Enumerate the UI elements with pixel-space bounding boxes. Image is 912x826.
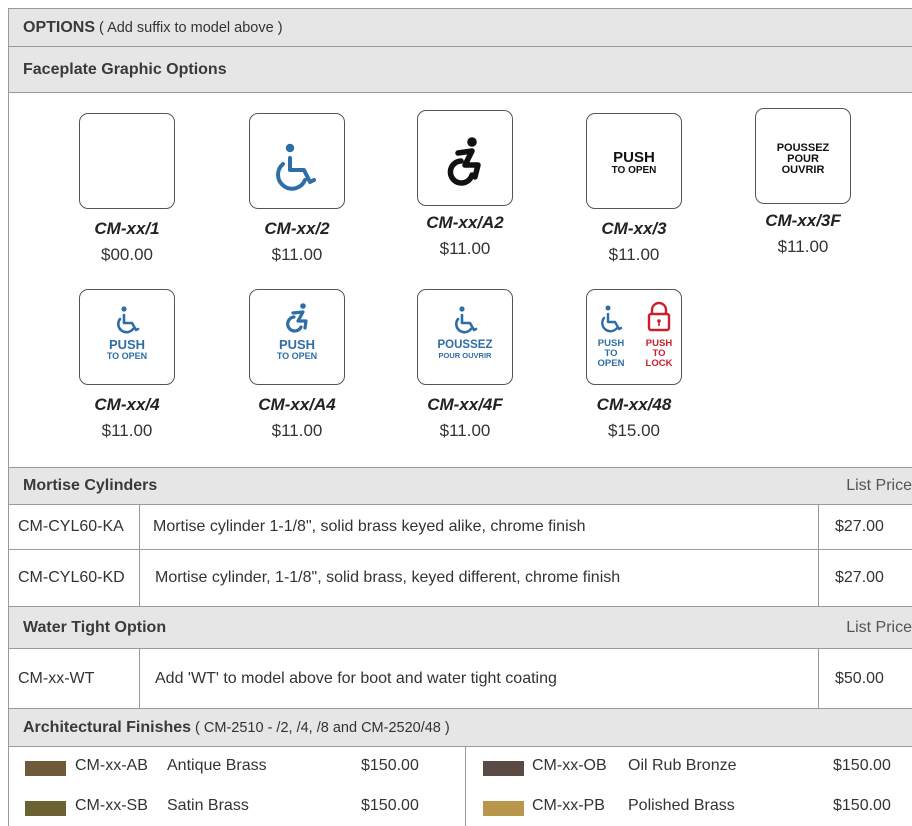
faceplate-price: $11.00 <box>271 245 323 264</box>
faceplate-price: $11.00 <box>439 239 491 258</box>
faceplate-code: CM-xx/48 <box>596 395 672 414</box>
finish-code: CM-xx-AB <box>75 757 148 774</box>
table-row: CM-CYL60-KD Mortise cylinder, 1-1/8", so… <box>9 550 912 607</box>
description: Mortise cylinder, 1-1/8", solid brass, k… <box>155 569 621 586</box>
faceplate-grid: CM-xx/1 $00.00 CM-xx/2 $11.00 CM-xx/A2 $… <box>9 93 912 468</box>
water-tight-header: Water Tight Option List Price <box>9 607 912 649</box>
wheelchair-icon <box>455 306 478 334</box>
faceplate-code: CM-xx/A4 <box>258 395 336 414</box>
tile-text-to-open: TO OPEN <box>106 351 148 361</box>
tile-text-push: PUSH <box>278 337 316 352</box>
wheelchair-icon <box>601 305 623 333</box>
mortise-header: Mortise Cylinders List Price <box>9 468 912 505</box>
tile-text-to-open: TO OPEN <box>276 351 318 361</box>
finish-name: Satin Brass <box>167 797 249 814</box>
finish-swatch <box>25 801 66 816</box>
faceplate-active-wheelchair-push-tile: PUSH TO OPEN <box>249 289 345 385</box>
faceplate-code: CM-xx/2 <box>264 219 330 238</box>
price: $50.00 <box>835 669 884 687</box>
finishes-header: Architectural Finishes ( CM-2510 - /2, /… <box>9 709 912 747</box>
faceplate-code: CM-xx/3 <box>601 219 667 238</box>
faceplate-wheelchair-poussez-tile: POUSSEZ POUR OUVRIR <box>417 289 513 385</box>
faceplate-price: $11.00 <box>101 421 153 440</box>
faceplate-price: $15.00 <box>608 421 660 440</box>
divider <box>818 649 819 708</box>
description: Add 'WT' to model above for boot and wat… <box>155 669 557 687</box>
faceplate-push-tile: PUSH TO OPEN <box>586 113 682 209</box>
finish-price: $150.00 <box>361 757 419 774</box>
faceplate-blank-tile <box>79 113 175 209</box>
faceplate-price: $00.00 <box>101 245 153 264</box>
finish-swatch <box>483 761 524 776</box>
wheelchair-icon <box>276 143 316 191</box>
options-title: OPTIONS <box>23 18 96 36</box>
finish-swatch <box>483 801 524 816</box>
finish-price: $150.00 <box>833 797 891 814</box>
finish-code: CM-xx-PB <box>532 797 605 814</box>
price: $27.00 <box>835 569 884 586</box>
faceplate-wheelchair-tile <box>249 113 345 209</box>
lock-icon <box>647 301 671 332</box>
price: $27.00 <box>835 518 884 535</box>
sku: CM-xx-WT <box>18 669 95 687</box>
tile-text-push: PUSH <box>108 337 146 352</box>
finish-name: Oil Rub Bronze <box>628 757 737 774</box>
label-line: LOCK <box>645 358 673 369</box>
finish-swatch <box>25 761 66 776</box>
options-sheet: OPTIONS ( Add suffix to model above ) Fa… <box>8 8 912 826</box>
finish-name: Polished Brass <box>628 797 735 814</box>
finish-code: CM-xx-SB <box>75 797 148 814</box>
push-to-lock-label: PUSH TO LOCK <box>635 339 683 369</box>
sku: CM-CYL60-KD <box>18 569 125 586</box>
faceplate-code: CM-xx/3F <box>765 211 841 230</box>
table-row: CM-CYL60-KA Mortise cylinder 1-1/8", sol… <box>9 505 912 550</box>
options-header: OPTIONS ( Add suffix to model above ) <box>9 9 912 47</box>
faceplate-price: $11.00 <box>777 237 829 256</box>
faceplate-code: CM-xx/1 <box>94 219 160 238</box>
options-subtitle: ( Add suffix to model above ) <box>99 19 283 36</box>
tile-text-to-open: TO OPEN <box>611 165 657 176</box>
finishes-grid: CM-xx-AB Antique Brass $150.00 CM-xx-OB … <box>9 747 912 826</box>
wheelchair-icon <box>117 306 140 334</box>
finishes-title: Architectural Finishes <box>23 718 192 736</box>
finish-name: Antique Brass <box>167 757 267 774</box>
water-tight-title: Water Tight Option <box>23 618 167 636</box>
divider <box>818 505 819 549</box>
tile-text-poussez: POUSSEZ <box>437 339 493 351</box>
faceplate-wheelchair-push-tile: PUSH TO OPEN <box>79 289 175 385</box>
divider <box>139 505 140 549</box>
table-row: CM-xx-WT Add 'WT' to model above for boo… <box>9 649 912 709</box>
faceplate-price: $11.00 <box>439 421 491 440</box>
list-price-label: List Price <box>846 618 912 636</box>
faceplate-price: $11.00 <box>271 421 323 440</box>
finish-code: CM-xx-OB <box>532 757 607 774</box>
faceplate-title: Faceplate Graphic Options <box>23 60 227 78</box>
label-line: OPEN <box>597 358 625 369</box>
list-price-label: List Price <box>846 477 912 494</box>
faceplate-push-lock-tile: PUSH TO OPEN PUSH TO LOCK <box>586 289 682 385</box>
divider <box>139 550 140 606</box>
faceplate-header: Faceplate Graphic Options <box>9 47 912 93</box>
push-to-open-label: PUSH TO OPEN <box>587 339 635 369</box>
faceplate-code: CM-xx/A2 <box>426 213 504 232</box>
faceplate-price: $11.00 <box>608 245 660 264</box>
finish-price: $150.00 <box>361 797 419 814</box>
tile-text-push: PUSH <box>613 149 655 166</box>
divider <box>465 747 466 826</box>
mortise-title: Mortise Cylinders <box>23 477 158 494</box>
faceplate-code: CM-xx/4F <box>427 395 503 414</box>
tile-text-pour-ouvrir: POUR OUVRIR <box>438 351 492 360</box>
active-wheelchair-icon <box>447 137 481 186</box>
finishes-subtitle: ( CM-2510 - /2, /4, /8 and CM-2520/48 ) <box>195 719 450 736</box>
faceplate-active-wheelchair-tile <box>417 110 513 206</box>
faceplate-code: CM-xx/4 <box>94 395 160 414</box>
tile-text-ouvrir: OUVRIR <box>781 164 825 176</box>
sku: CM-CYL60-KA <box>18 518 124 535</box>
finish-price: $150.00 <box>833 757 891 774</box>
description: Mortise cylinder 1-1/8", solid brass key… <box>153 518 586 535</box>
divider <box>139 649 140 708</box>
divider <box>818 550 819 606</box>
active-wheelchair-icon <box>286 303 308 333</box>
faceplate-poussez-tile: POUSSEZ POUR OUVRIR <box>755 108 851 204</box>
